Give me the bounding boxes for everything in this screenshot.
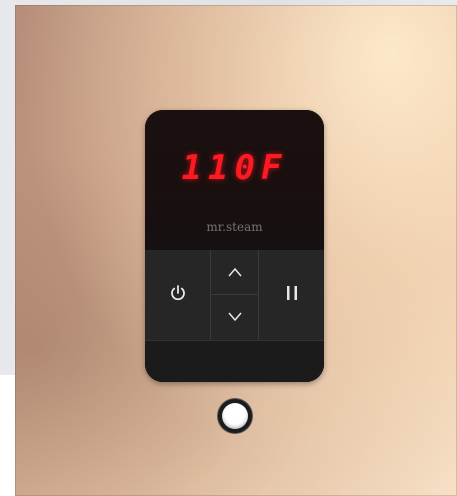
brand-logo: mr.steam	[206, 220, 263, 234]
pause-icon	[285, 284, 299, 306]
temperature-up-button[interactable]	[210, 250, 259, 295]
panel-bottom-strip	[145, 340, 324, 382]
chevron-up-icon	[227, 263, 243, 282]
chevron-down-icon	[227, 308, 243, 327]
power-button[interactable]	[145, 250, 210, 340]
temperature-sensor	[222, 403, 248, 429]
power-icon	[169, 284, 187, 306]
display-screen: 110F mr.steam	[145, 110, 324, 250]
temperature-readout: 110F	[181, 148, 288, 188]
pause-button[interactable]	[259, 250, 324, 340]
temperature-down-button[interactable]	[210, 295, 259, 340]
steam-control-panel: 110F mr.steam	[145, 110, 324, 382]
button-pad	[145, 250, 324, 340]
